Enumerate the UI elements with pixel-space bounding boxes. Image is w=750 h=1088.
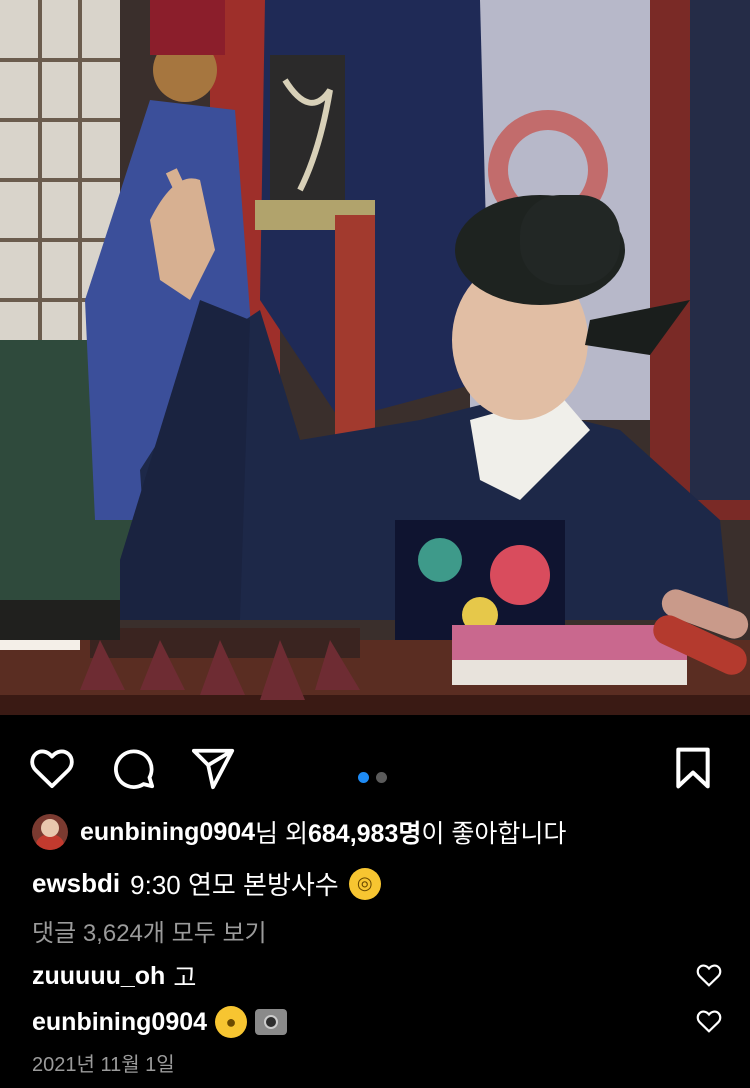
avatar[interactable] bbox=[32, 814, 68, 850]
view-all-comments-link[interactable]: 댓글 3,624개 모두 보기 bbox=[32, 913, 267, 948]
monocle-face-emoji-icon: ◎ bbox=[349, 868, 381, 900]
likes-count[interactable]: 684,983명 bbox=[308, 814, 421, 850]
save-button[interactable] bbox=[668, 743, 718, 793]
comment-user[interactable]: eunbining0904 bbox=[32, 1008, 207, 1037]
post-photo[interactable] bbox=[0, 0, 750, 715]
speech-bubble-icon bbox=[110, 745, 156, 791]
carousel-dot-active bbox=[358, 772, 369, 783]
heart-outline-icon bbox=[29, 747, 75, 789]
likes-summary[interactable]: eunbining0904 님 외 684,983명 이 좋아합니다 bbox=[32, 812, 566, 852]
camera-flash-emoji-icon bbox=[255, 1009, 287, 1035]
like-button[interactable] bbox=[27, 743, 77, 793]
comment-row: eunbining0904 ● bbox=[32, 1006, 287, 1038]
likes-text-post: 이 좋아합니다 bbox=[421, 814, 566, 850]
likes-text-pre: 님 외 bbox=[255, 814, 308, 850]
carousel-dot bbox=[376, 772, 387, 783]
comment-like-heart-icon[interactable] bbox=[696, 962, 722, 988]
comment-button[interactable] bbox=[108, 743, 158, 793]
comment-text: 고 bbox=[173, 958, 196, 994]
caption-user[interactable]: ewsbdi bbox=[32, 868, 120, 899]
bookmark-icon bbox=[673, 746, 713, 790]
share-button[interactable] bbox=[188, 743, 238, 793]
post-caption: ewsbdi 9:30 연모 본방사수 ◎ bbox=[32, 865, 381, 902]
likes-user[interactable]: eunbining0904 bbox=[80, 818, 255, 847]
comment-like-heart-icon[interactable] bbox=[696, 1008, 722, 1034]
post-date: 2021년 11월 1일 bbox=[32, 1048, 175, 1077]
comment-user[interactable]: zuuuuu_oh bbox=[32, 962, 165, 991]
paper-plane-icon bbox=[190, 745, 236, 791]
post-action-bar bbox=[0, 715, 750, 810]
photo-illustration bbox=[0, 0, 750, 715]
shushing-face-emoji-icon: ● bbox=[215, 1006, 247, 1038]
carousel-indicator bbox=[358, 772, 387, 783]
comment-row: zuuuuu_oh 고 bbox=[32, 958, 196, 994]
caption-text: 9:30 연모 본방사수 bbox=[130, 865, 339, 902]
